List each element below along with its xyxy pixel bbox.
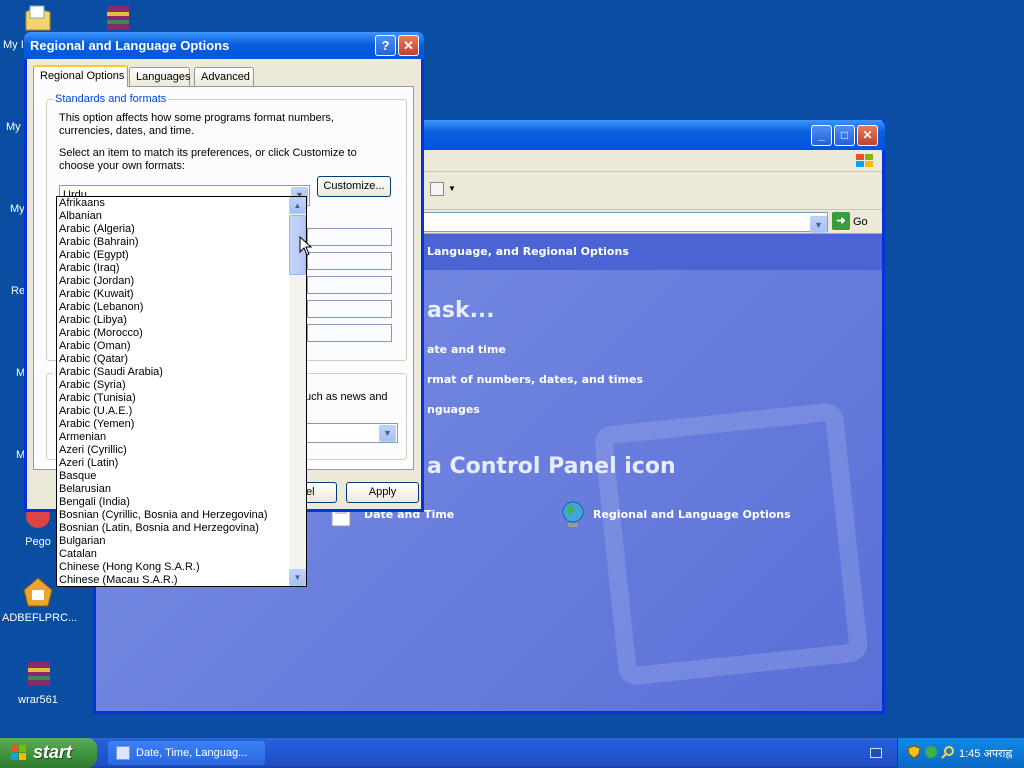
locale-option[interactable]: Arabic (Jordan) bbox=[59, 275, 289, 288]
views-icon[interactable] bbox=[430, 182, 444, 196]
locale-option[interactable]: Armenian bbox=[59, 431, 289, 444]
tab-regional-options[interactable]: Regional Options bbox=[33, 65, 128, 87]
network-icon[interactable] bbox=[924, 745, 938, 759]
globe-icon[interactable] bbox=[560, 500, 586, 530]
scroll-up-icon[interactable]: ▲ bbox=[289, 197, 306, 214]
select-description: Select an item to match its preferences,… bbox=[59, 147, 357, 172]
minimize-icon[interactable]: _ bbox=[811, 125, 832, 146]
clock[interactable]: 1:45 अपराह्न bbox=[959, 746, 1012, 761]
locale-options: Afrikaans Albanian Arabic (Algeria) Arabic … bbox=[59, 197, 289, 586]
go-label: Go bbox=[853, 216, 868, 228]
sample-field bbox=[307, 276, 392, 294]
installer-icon bbox=[22, 576, 54, 608]
close-icon[interactable]: ✕ bbox=[398, 35, 419, 56]
tab-advanced[interactable]: Advanced bbox=[194, 67, 254, 86]
go-arrow-icon: ➜ bbox=[832, 212, 850, 230]
locale-option[interactable]: Arabic (Morocco) bbox=[59, 327, 289, 340]
chevron-down-icon[interactable]: ▼ bbox=[379, 425, 396, 442]
desktop-icon-label: My I bbox=[3, 39, 24, 51]
desktop-icon-wrar561[interactable]: wrar561 bbox=[2, 658, 74, 706]
maximize-icon[interactable]: □ bbox=[834, 125, 855, 146]
pick-icon-heading: a Control Panel icon bbox=[427, 454, 676, 479]
customize-button[interactable]: Customize... bbox=[317, 176, 391, 197]
desktop-icon-label: ADBEFLPRC... bbox=[2, 612, 78, 624]
task-link-languages[interactable]: nguages bbox=[427, 403, 480, 416]
folder-icon bbox=[22, 2, 54, 34]
locale-option[interactable]: Belarusian bbox=[59, 483, 289, 496]
search-icon[interactable] bbox=[941, 745, 955, 759]
locale-option[interactable]: Arabic (U.A.E.) bbox=[59, 405, 289, 418]
mouse-cursor-icon bbox=[299, 235, 313, 259]
sample-field bbox=[307, 228, 392, 246]
taskbar: start Date, Time, Languag... 1:45 अपराह्… bbox=[0, 738, 1024, 768]
locale-option[interactable]: Basque bbox=[59, 470, 289, 483]
locale-option[interactable]: Chinese (Hong Kong S.A.R.) bbox=[59, 561, 289, 574]
windows-logo-icon bbox=[854, 152, 876, 170]
location-description: uch as news and bbox=[305, 391, 388, 403]
taskbar-item-control-panel[interactable]: Date, Time, Languag... bbox=[108, 741, 265, 765]
sample-field bbox=[307, 324, 392, 342]
desktop-icon-my-network[interactable]: My bbox=[10, 203, 25, 215]
scroll-down-icon[interactable]: ▼ bbox=[289, 569, 306, 586]
start-label: start bbox=[33, 742, 73, 762]
tab-languages[interactable]: Languages bbox=[129, 67, 190, 86]
dialog-titlebar[interactable]: Regional and Language Options ? ✕ bbox=[24, 32, 424, 59]
start-button[interactable]: start bbox=[0, 738, 97, 768]
locale-option[interactable]: Arabic (Saudi Arabia) bbox=[59, 366, 289, 379]
archive-icon bbox=[22, 658, 54, 690]
locale-option[interactable]: Bosnian (Latin, Bosnia and Herzegovina) bbox=[59, 522, 289, 535]
locale-option[interactable]: Bosnian (Cyrillic, Bosnia and Herzegovin… bbox=[59, 509, 289, 522]
windows-logo-icon bbox=[10, 744, 28, 762]
desktop-icon-recycle-bin[interactable]: Re bbox=[11, 285, 25, 297]
help-icon[interactable]: ? bbox=[375, 35, 396, 56]
locale-option[interactable]: Arabic (Egypt) bbox=[59, 249, 289, 262]
icon-regional-language[interactable]: Regional and Language Options bbox=[593, 508, 791, 521]
apply-button[interactable]: Apply bbox=[346, 482, 419, 503]
location-select[interactable]: ▼ bbox=[304, 423, 398, 443]
locale-option[interactable]: Arabic (Oman) bbox=[59, 340, 289, 353]
locale-option[interactable]: Arabic (Libya) bbox=[59, 314, 289, 327]
pick-task-heading: ask... bbox=[427, 298, 495, 323]
locale-option[interactable]: Arabic (Iraq) bbox=[59, 262, 289, 275]
locale-option[interactable]: Arabic (Lebanon) bbox=[59, 301, 289, 314]
locale-option[interactable]: Bulgarian bbox=[59, 535, 289, 548]
cancel-label: el bbox=[306, 486, 315, 498]
control-panel-icon bbox=[116, 746, 130, 760]
standards-description: This option affects how some programs fo… bbox=[59, 112, 334, 137]
system-tray: 1:45 अपराह्न bbox=[897, 738, 1024, 768]
desktop-icon-my-computer[interactable]: My bbox=[6, 121, 21, 133]
task-link-date-time[interactable]: ate and time bbox=[427, 343, 506, 356]
locale-option[interactable]: Afrikaans bbox=[59, 197, 289, 210]
keyboard-icon[interactable] bbox=[870, 748, 882, 758]
locale-option[interactable]: Arabic (Kuwait) bbox=[59, 288, 289, 301]
locale-option[interactable]: Arabic (Syria) bbox=[59, 379, 289, 392]
close-icon[interactable]: ✕ bbox=[857, 125, 878, 146]
locale-option[interactable]: Azeri (Cyrillic) bbox=[59, 444, 289, 457]
locale-dropdown-list[interactable]: Afrikaans Albanian Arabic (Algeria) Arabic … bbox=[56, 196, 307, 587]
watermark-graphic bbox=[593, 401, 869, 687]
locale-option[interactable]: Catalan bbox=[59, 548, 289, 561]
chevron-down-icon[interactable]: ▼ bbox=[448, 184, 456, 193]
locale-option[interactable]: Bengali (India) bbox=[59, 496, 289, 509]
locale-option[interactable]: Arabic (Yemen) bbox=[59, 418, 289, 431]
locale-option[interactable]: Arabic (Qatar) bbox=[59, 353, 289, 366]
locale-option[interactable]: Arabic (Bahrain) bbox=[59, 236, 289, 249]
locale-option[interactable]: Arabic (Algeria) bbox=[59, 223, 289, 236]
security-shield-icon[interactable] bbox=[907, 745, 921, 759]
locale-option[interactable]: Albanian bbox=[59, 210, 289, 223]
locale-option[interactable]: Chinese (Macau S.A.R.) bbox=[59, 574, 289, 586]
locale-option[interactable]: Azeri (Latin) bbox=[59, 457, 289, 470]
locale-option[interactable]: Arabic (Tunisia) bbox=[59, 392, 289, 405]
archive-icon bbox=[101, 2, 133, 34]
task-link-number-format[interactable]: rmat of numbers, dates, and times bbox=[427, 373, 643, 386]
sample-field bbox=[307, 252, 392, 270]
group-title: Standards and formats bbox=[53, 93, 169, 105]
go-button[interactable]: ➜ Go bbox=[832, 212, 876, 232]
desktop-icon-label: wrar561 bbox=[18, 694, 58, 706]
dialog-title: Regional and Language Options bbox=[30, 38, 230, 53]
category-title: Language, and Regional Options bbox=[427, 245, 629, 258]
sample-field bbox=[307, 300, 392, 318]
taskbar-item-label: Date, Time, Languag... bbox=[136, 747, 248, 759]
address-dropdown-icon[interactable]: ▼ bbox=[810, 216, 827, 233]
